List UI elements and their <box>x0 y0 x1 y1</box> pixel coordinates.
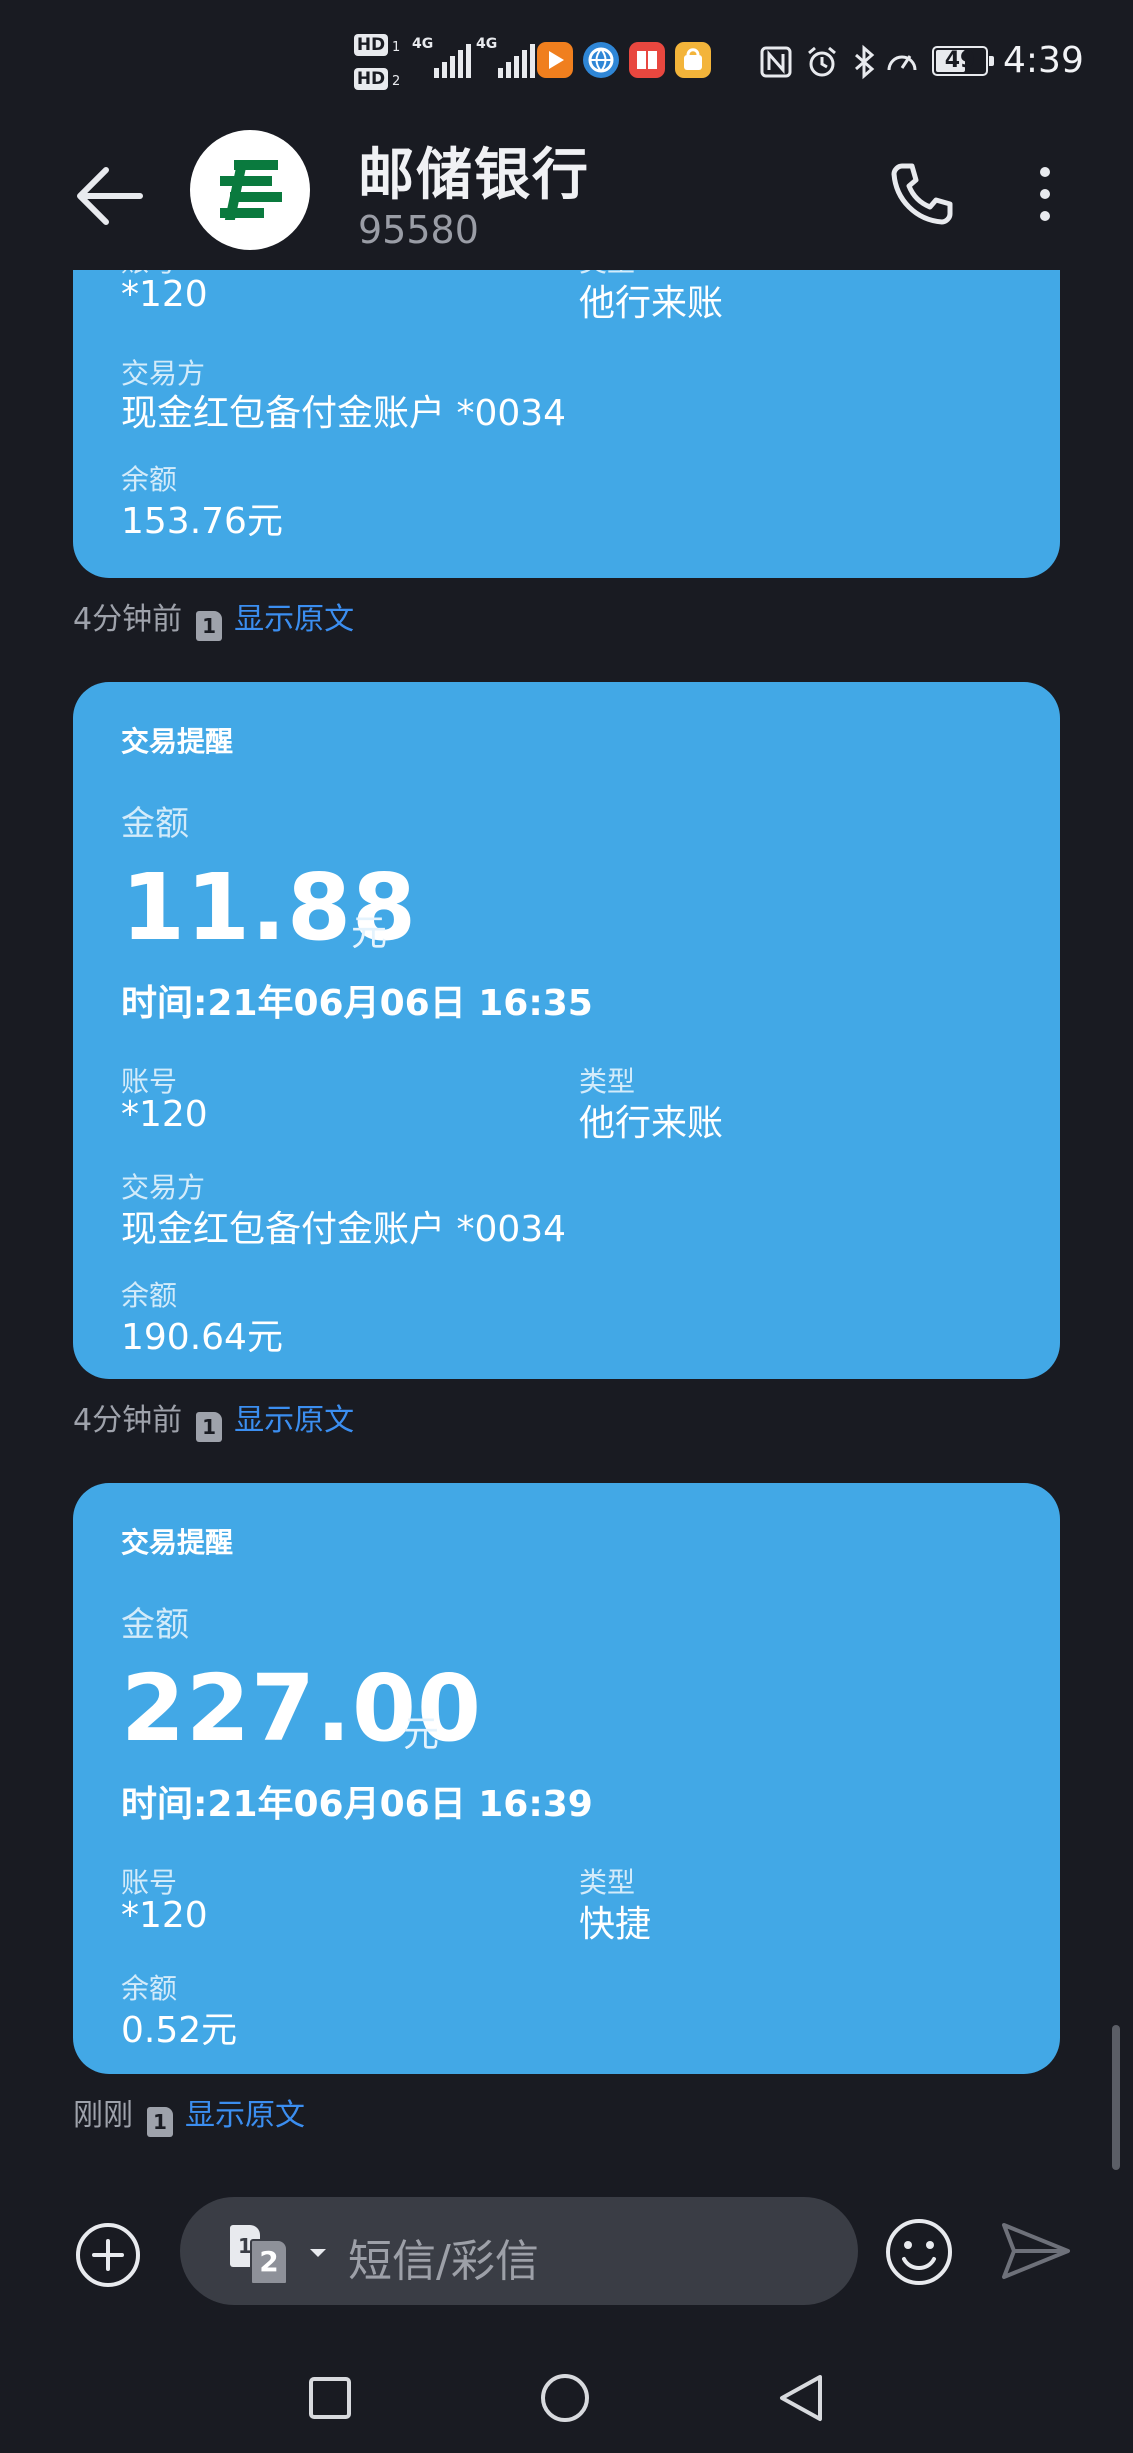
book-app-icon <box>629 42 665 78</box>
show-original-link[interactable]: 显示原文 <box>185 2098 305 2133</box>
amount-unit: 元 <box>351 913 388 954</box>
system-nav-bar <box>0 2335 1133 2453</box>
sim-card-front-icon: 2 <box>250 2239 288 2285</box>
message-time: 4分钟前 <box>73 602 183 637</box>
type-value: 他行来账 <box>579 1103 724 1144</box>
recents-square-icon[interactable] <box>305 2373 355 2423</box>
balance-value: 153.76元 <box>121 501 283 542</box>
message-title: 交易提醒 <box>121 1526 234 1559</box>
emoji-icon[interactable] <box>884 2217 954 2287</box>
back-arrow-icon[interactable] <box>70 156 150 236</box>
message-placeholder: 短信/彩信 <box>348 2236 539 2287</box>
hd1-sim: 1 <box>392 40 401 55</box>
message-list[interactable]: 账号 类型 *120 他行来账 交易方 现金红包备付金账户 *0034 余额 1… <box>0 270 1133 2175</box>
amount-unit: 元 <box>403 1714 440 1755</box>
send-icon[interactable] <box>1000 2219 1072 2283</box>
phone-icon[interactable] <box>880 154 960 234</box>
counterparty-value: 现金红包备付金账户 *0034 <box>121 1209 567 1250</box>
speed-icon <box>887 55 917 71</box>
alarm-icon <box>808 46 836 77</box>
conversation-header: 邮储银行 95580 <box>0 120 1133 270</box>
sim-card-icon: 1 <box>196 611 223 641</box>
add-attachment-icon[interactable] <box>74 2221 142 2289</box>
more-options-icon[interactable] <box>1025 154 1065 234</box>
type-value: 他行来账 <box>579 283 724 324</box>
sim1-signal-icon: 4G <box>412 36 482 82</box>
battery-icon: 49 <box>932 46 994 76</box>
message-composer: 1 2 短信/彩信 <box>0 2175 1133 2335</box>
show-original-link[interactable]: 显示原文 <box>234 1403 354 1438</box>
postal-bank-logo <box>220 160 282 220</box>
amount-label: 金额 <box>121 804 189 844</box>
type-value: 快捷 <box>579 1904 652 1945</box>
message-input[interactable]: 1 2 短信/彩信 <box>180 2197 858 2305</box>
back-triangle-icon[interactable] <box>776 2373 826 2423</box>
bluetooth-icon <box>855 44 875 80</box>
contact-number: 95580 <box>358 208 479 252</box>
message-bubble[interactable]: 账号 类型 *120 他行来账 交易方 现金红包备付金账户 *0034 余额 1… <box>73 270 1060 578</box>
contact-name: 邮储银行 <box>358 143 590 208</box>
message-time: 刚刚 <box>73 2098 133 2133</box>
hd2-badge: HD <box>354 68 388 90</box>
shop-app-icon <box>675 42 711 78</box>
message-bubble[interactable]: 交易提醒 金额 227.00 元 时间:21年06月06日 16:39 账号 类… <box>73 1483 1060 2074</box>
balance-value: 0.52元 <box>121 2010 238 2051</box>
chevron-down-icon <box>310 2249 326 2257</box>
transaction-time: 时间:21年06月06日 16:39 <box>121 1784 593 1825</box>
transaction-time: 时间:21年06月06日 16:35 <box>121 983 593 1024</box>
avatar[interactable] <box>190 130 310 250</box>
battery-level: 49 <box>944 48 976 73</box>
balance-value: 190.64元 <box>121 1317 283 1358</box>
nfc-icon <box>760 46 792 78</box>
sim2-signal-icon: 4G <box>476 36 546 82</box>
sim-card-icon: 1 <box>147 2107 173 2137</box>
account-value: *120 <box>121 274 208 315</box>
scrollbar[interactable] <box>1112 2025 1120 2170</box>
sim-card-icon: 1 <box>196 1412 223 1442</box>
message-time: 4分钟前 <box>73 1403 183 1438</box>
amount-label: 金额 <box>121 1605 189 1645</box>
message-title: 交易提醒 <box>121 725 234 758</box>
volte-indicator: HD 1 HD 2 <box>354 34 404 94</box>
sim-selector[interactable]: 1 2 <box>230 2225 326 2285</box>
counterparty-value: 现金红包备付金账户 *0034 <box>121 393 567 434</box>
home-circle-icon[interactable] <box>540 2373 590 2423</box>
hd2-sim: 2 <box>392 74 401 89</box>
show-original-link[interactable]: 显示原文 <box>234 602 354 637</box>
message-bubble[interactable]: 交易提醒 金额 11.88 元 时间:21年06月06日 16:35 账号 类型… <box>73 682 1060 1379</box>
status-time: 4:39 <box>1003 40 1084 81</box>
hd1-badge: HD <box>354 34 388 56</box>
message-meta: 4分钟前 1 显示原文 <box>73 594 354 641</box>
account-value: *120 <box>121 1094 208 1135</box>
account-value: *120 <box>121 1895 208 1936</box>
message-meta: 4分钟前 1 显示原文 <box>73 1395 354 1442</box>
browser-app-icon <box>583 42 619 78</box>
status-bar: HD 1 HD 2 4G 4G 49 4:39 <box>0 0 1133 130</box>
message-meta: 刚刚 1 显示原文 <box>73 2090 305 2137</box>
video-app-icon <box>537 42 573 78</box>
